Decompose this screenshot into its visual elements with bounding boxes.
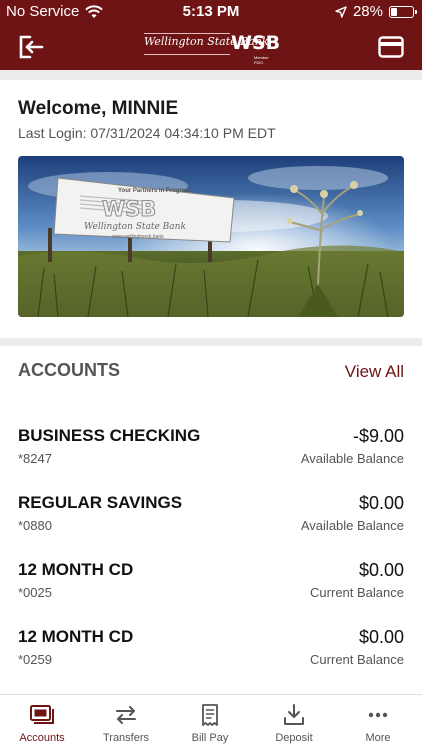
banner-image: Your Partners in Progress WSB Wellington… bbox=[18, 156, 404, 317]
account-name: REGULAR SAVINGS bbox=[18, 493, 183, 512]
tab-accounts[interactable]: Accounts bbox=[0, 695, 84, 750]
bill-pay-icon bbox=[202, 704, 218, 726]
tab-label: Deposit bbox=[275, 732, 313, 744]
tab-transfers[interactable]: Transfers bbox=[84, 695, 168, 750]
account-balance: -$9.00 bbox=[352, 426, 404, 446]
account-balance-label: Available Balance bbox=[300, 518, 404, 533]
accounts-title: ACCOUNTS bbox=[18, 360, 120, 380]
welcome-card: Welcome, MINNIE Last Login: 07/31/2024 0… bbox=[0, 80, 422, 338]
account-balance: $0.00 bbox=[358, 627, 404, 647]
top-nav-bar: Wellington State Bank WSB Member FDIC bbox=[0, 24, 422, 70]
account-number: *0025 bbox=[18, 585, 52, 600]
account-balance-label: Current Balance bbox=[310, 652, 404, 667]
deposit-icon bbox=[284, 704, 304, 725]
account-balance-label: Available Balance bbox=[300, 451, 404, 466]
more-icon bbox=[368, 712, 388, 718]
status-right: 28% bbox=[335, 3, 417, 20]
card-icon[interactable] bbox=[378, 36, 404, 58]
tab-bill-pay[interactable]: Bill Pay bbox=[168, 695, 252, 750]
tab-label: Transfers bbox=[102, 732, 150, 744]
account-number: *8247 bbox=[18, 451, 52, 466]
tab-label: More bbox=[365, 732, 391, 744]
account-balance: $0.00 bbox=[358, 493, 404, 513]
account-balance-label: Current Balance bbox=[310, 585, 404, 600]
account-name: 12 MONTH CD bbox=[18, 560, 134, 579]
status-bar: No Service 5:13 PM 28% bbox=[0, 0, 422, 24]
tab-more[interactable]: More bbox=[336, 695, 420, 750]
tab-label: Bill Pay bbox=[191, 732, 229, 744]
account-row[interactable]: 12 MONTH CD *0259 $0.00 Current Balance bbox=[0, 627, 422, 685]
welcome-title: Welcome, MINNIE bbox=[18, 98, 179, 119]
account-balance: $0.00 bbox=[358, 560, 404, 580]
tab-label: Accounts bbox=[19, 732, 65, 744]
accounts-card: ACCOUNTS View All BUSINESS CHECKING *824… bbox=[0, 346, 422, 694]
banner-sign-name: Wellington State Bank bbox=[84, 222, 186, 232]
account-row[interactable]: 12 MONTH CD *0025 $0.00 Current Balance bbox=[0, 560, 422, 618]
account-number: *0259 bbox=[18, 652, 52, 667]
account-number: *0880 bbox=[18, 518, 52, 533]
tab-deposit[interactable]: Deposit bbox=[252, 695, 336, 750]
logout-icon[interactable] bbox=[18, 34, 44, 60]
battery-fill bbox=[391, 7, 397, 16]
account-name: BUSINESS CHECKING bbox=[18, 426, 201, 445]
battery-icon bbox=[389, 5, 417, 18]
location-arrow-icon bbox=[335, 5, 347, 18]
view-all-link[interactable]: View All bbox=[345, 362, 404, 382]
bottom-tab-bar: Accounts Transfers Bill Pay Deposit More bbox=[0, 694, 422, 750]
banner-tagline: Your Partners in Progress bbox=[118, 188, 193, 194]
banner-sign-mark: WSB bbox=[102, 197, 156, 221]
account-row[interactable]: REGULAR SAVINGS *0880 $0.00 Available Ba… bbox=[0, 493, 422, 551]
account-row[interactable]: BUSINESS CHECKING *8247 -$9.00 Available… bbox=[0, 426, 422, 484]
account-name: 12 MONTH CD bbox=[18, 627, 134, 646]
accounts-icon bbox=[30, 705, 54, 724]
last-login-text: Last Login: 07/31/2024 04:34:10 PM EDT bbox=[18, 125, 276, 141]
battery-percent: 28% bbox=[352, 3, 383, 20]
logo-mark: WSB bbox=[231, 32, 281, 54]
transfers-icon bbox=[116, 706, 136, 724]
banner-sign-url: www.wellingtonsb.bank bbox=[112, 234, 164, 240]
logo-fdic: Member FDIC bbox=[254, 55, 269, 65]
bank-logo: Wellington State Bank WSB Member FDIC bbox=[144, 31, 281, 65]
